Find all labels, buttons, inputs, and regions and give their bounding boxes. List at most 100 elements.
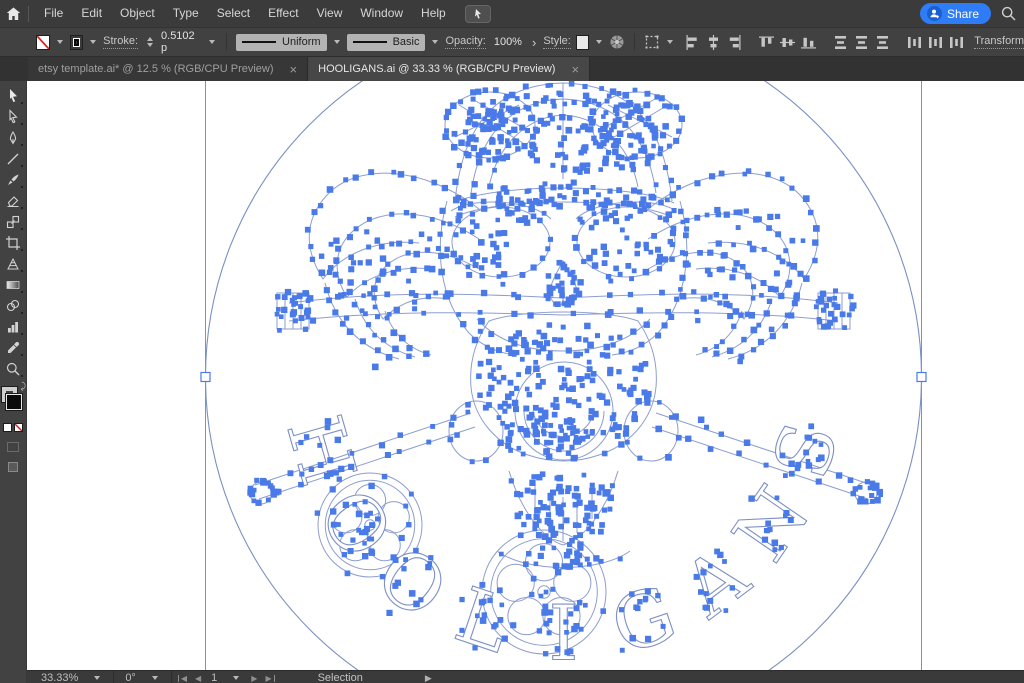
drawing-mode-icon[interactable]	[7, 442, 19, 452]
horizontal-align-center-icon[interactable]	[705, 34, 722, 51]
swap-fill-stroke-icon[interactable]: ⤸	[21, 381, 26, 392]
horizontal-align-right-icon[interactable]	[726, 34, 743, 51]
menu-help[interactable]: Help	[412, 0, 455, 27]
artboard-number-select[interactable]: 1	[205, 672, 247, 683]
tab-label: HOOLIGANS.ai @ 33.33 % (RGB/CPU Preview)	[318, 63, 555, 75]
chevron-right-icon[interactable]: ›	[532, 35, 536, 50]
next-artboard-icon[interactable]: ▶	[247, 674, 261, 683]
horizontal-align-left-icon[interactable]	[684, 34, 701, 51]
vertical-align-bottom-icon[interactable]	[800, 34, 817, 51]
bbox-right-handle[interactable]	[917, 373, 926, 382]
chevron-down-icon[interactable]	[90, 40, 96, 44]
column-graph-tool[interactable]	[1, 316, 25, 337]
stroke-weight-stepper[interactable]	[147, 37, 153, 47]
color-button[interactable]	[3, 423, 12, 432]
menu-select[interactable]: Select	[208, 0, 259, 27]
gradient-tool[interactable]	[1, 274, 25, 295]
tab-hooligans[interactable]: HOOLIGANS.ai @ 33.33 % (RGB/CPU Preview)…	[308, 57, 590, 81]
touch-workspace-icon[interactable]	[465, 5, 491, 23]
chevron-down-icon[interactable]	[57, 40, 63, 44]
tab-label: etsy template.ai* @ 12.5 % (RGB/CPU Prev…	[38, 63, 274, 75]
vertical-distribute-bottom-icon[interactable]	[874, 34, 891, 51]
color-wheel-icon[interactable]	[609, 34, 625, 50]
chevron-down-icon[interactable]	[209, 40, 215, 44]
fill-stroke-indicator[interactable]: ⤸	[1, 387, 25, 417]
stroke-panel-link[interactable]: Stroke:	[103, 35, 138, 49]
tab-etsy-template[interactable]: etsy template.ai* @ 12.5 % (RGB/CPU Prev…	[28, 57, 308, 81]
vertical-distribute-center-icon[interactable]	[853, 34, 870, 51]
menu-window[interactable]: Window	[351, 0, 412, 27]
menu-effect[interactable]: Effect	[259, 0, 307, 27]
previous-artboard-icon[interactable]: ◀	[191, 674, 205, 683]
artboard-svg[interactable]: HOOLIGANS	[27, 81, 1024, 670]
menu-view[interactable]: View	[308, 0, 352, 27]
selection-tool[interactable]	[1, 85, 25, 106]
control-bar: Stroke: 0.5102 p Uniform Basic Opacity: …	[0, 27, 1024, 57]
pen-tool[interactable]	[1, 127, 25, 148]
canvas[interactable]: HOOLIGANS	[27, 81, 1024, 670]
menubar: FileEditObjectTypeSelectEffectViewWindow…	[0, 0, 1024, 27]
stroke-color-swatch[interactable]	[70, 35, 84, 50]
vertical-align-top-icon[interactable]	[758, 34, 775, 51]
zoom-level-select[interactable]: 33.33%	[35, 672, 108, 683]
horizontal-distribute-left-icon[interactable]	[906, 34, 923, 51]
none-button[interactable]	[14, 423, 23, 432]
fill-color-swatch[interactable]	[36, 35, 50, 50]
status-expand-icon[interactable]: ▶	[425, 673, 432, 683]
share-button[interactable]: Share	[920, 3, 991, 24]
search-icon[interactable]	[1001, 6, 1016, 21]
shape-builder-tool[interactable]	[1, 295, 25, 316]
menu-file[interactable]: File	[35, 0, 72, 27]
share-label: Share	[947, 7, 979, 21]
artboard-tool[interactable]	[1, 232, 25, 253]
document-column: HOOLIGANS 33.33% 0° ◀ ◀ 1 ▶ ▶ Selecti	[27, 81, 1024, 683]
current-tool-label: Selection	[318, 672, 363, 683]
transform-panel-link[interactable]: Transform	[974, 35, 1024, 49]
status-bar: 33.33% 0° ◀ ◀ 1 ▶ ▶ Selection ▶	[27, 670, 1024, 683]
rotation-select[interactable]: 0°	[119, 672, 166, 683]
width-profile-label: Uniform	[282, 36, 321, 48]
select-similar-icon[interactable]	[644, 34, 660, 50]
style-swatch[interactable]	[576, 35, 590, 50]
tools-panel: ⤸	[0, 81, 27, 683]
vertical-align-center-icon[interactable]	[779, 34, 796, 51]
separator	[226, 33, 227, 51]
chevron-down-icon[interactable]	[596, 40, 602, 44]
style-panel-link[interactable]: Style:	[543, 35, 571, 49]
zoom-level-value: 33.33%	[41, 672, 78, 683]
illustrator-window: FileEditObjectTypeSelectEffectViewWindow…	[0, 0, 1024, 683]
close-tab-icon[interactable]: ×	[571, 62, 579, 77]
arc-letter: G	[601, 568, 687, 670]
opacity-panel-link[interactable]: Opacity:	[445, 35, 485, 49]
screen-mode-icon[interactable]	[8, 462, 18, 472]
perspective-grid-tool[interactable]	[1, 253, 25, 274]
bbox-left-handle[interactable]	[201, 373, 210, 382]
chevron-down-icon[interactable]	[334, 40, 340, 44]
opacity-value[interactable]: 100%	[491, 34, 525, 50]
first-artboard-icon[interactable]: ◀	[177, 674, 191, 683]
chevron-down-icon[interactable]	[667, 40, 673, 44]
home-icon[interactable]	[0, 7, 26, 21]
eraser-tool[interactable]	[1, 190, 25, 211]
stroke-weight-value[interactable]: 0.5102 p	[158, 28, 202, 56]
eyedropper-tool[interactable]	[1, 337, 25, 358]
scale-tool[interactable]	[1, 211, 25, 232]
main-area: ⤸ HOOLIGANS 33.33%	[0, 81, 1024, 683]
menu-edit[interactable]: Edit	[72, 0, 111, 27]
vertical-distribute-top-icon[interactable]	[832, 34, 849, 51]
chevron-down-icon[interactable]	[432, 40, 438, 44]
zoom-tool[interactable]	[1, 358, 25, 379]
last-artboard-icon[interactable]: ▶	[261, 674, 275, 683]
variable-width-profile-select[interactable]: Uniform	[236, 34, 327, 51]
brush-definition-select[interactable]: Basic	[347, 34, 426, 51]
align-icons	[684, 34, 965, 51]
line-segment-tool[interactable]	[1, 148, 25, 169]
direct-selection-tool[interactable]	[1, 106, 25, 127]
fill-indicator[interactable]	[6, 394, 22, 410]
horizontal-distribute-center-icon[interactable]	[927, 34, 944, 51]
menu-type[interactable]: Type	[164, 0, 208, 27]
horizontal-distribute-right-icon[interactable]	[948, 34, 965, 51]
paintbrush-tool[interactable]	[1, 169, 25, 190]
menu-object[interactable]: Object	[111, 0, 164, 27]
close-tab-icon[interactable]: ×	[290, 62, 298, 77]
